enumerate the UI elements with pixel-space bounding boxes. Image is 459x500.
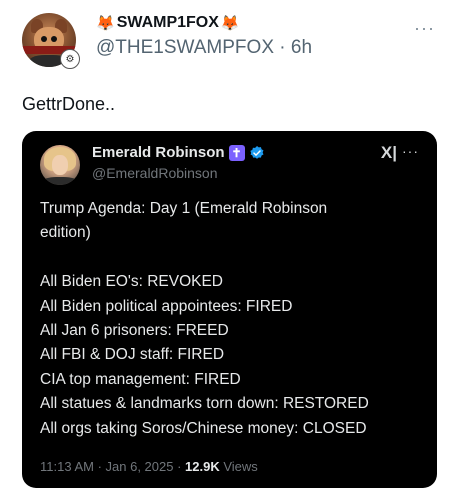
author-name-row[interactable]: 🦊 SWAMP1FOX 🦊 xyxy=(96,14,240,32)
quoted-more-icon[interactable]: ··· xyxy=(402,143,419,159)
author-handle[interactable]: @THE1SWAMPFOX xyxy=(96,37,274,58)
quoted-author-handle[interactable]: @EmeraldRobinson xyxy=(92,165,218,181)
agenda-line: All FBI & DOJ staff: FIRED xyxy=(40,346,225,364)
verified-icon xyxy=(249,145,263,159)
fox-emoji-icon: 🦊 xyxy=(220,14,240,32)
more-icon[interactable]: ··· xyxy=(414,18,435,39)
agenda-line: All Jan 6 prisoners: FREED xyxy=(40,322,229,340)
views-count: 12.9K xyxy=(185,459,220,474)
author-handle-row: @THE1SWAMPFOX · 6h xyxy=(96,37,312,59)
quoted-author-name-row: Emerald Robinson ✝ xyxy=(92,144,265,161)
author-display-name[interactable]: SWAMP1FOX xyxy=(117,14,219,32)
affiliate-badge-icon: ⚙ xyxy=(60,49,80,69)
post-text: GettrDone.. xyxy=(22,94,116,114)
quoted-timestamp[interactable]: 11:13 AM · Jan 6, 2025 · xyxy=(40,459,181,474)
quoted-meta: 11:13 AM · Jan 6, 2025 · 12.9K Views xyxy=(40,459,258,474)
x-logo-icon: X| xyxy=(380,143,397,162)
quoted-tweet-card[interactable]: Emerald Robinson ✝ @EmeraldRobinson X| ·… xyxy=(22,131,437,488)
agenda-line: All orgs taking Soros/Chinese money: CLO… xyxy=(40,419,367,437)
quoted-author-avatar[interactable] xyxy=(40,145,80,185)
agenda-line: All statues & landmarks torn down: RESTO… xyxy=(40,395,369,413)
separator-dot: · xyxy=(279,37,286,58)
agenda-line: All Biden EO's: REVOKED xyxy=(40,273,223,291)
quoted-title-line: Trump Agenda: Day 1 (Emerald Robinson xyxy=(40,200,328,217)
quoted-title-line: edition) xyxy=(40,224,91,242)
agenda-line: All Biden political appointees: FIRED xyxy=(40,297,293,315)
cross-icon: ✝ xyxy=(228,144,245,161)
post-time[interactable]: 6h xyxy=(291,37,312,58)
views-label: Views xyxy=(223,459,258,474)
author-avatar[interactable]: ⚙ xyxy=(22,13,80,69)
fox-emoji-icon: 🦊 xyxy=(96,14,115,32)
quoted-author-name[interactable]: Emerald Robinson xyxy=(92,144,225,161)
quoted-tweet-body: Trump Agenda: Day 1 (Emerald Robinson ed… xyxy=(40,197,430,441)
agenda-line: CIA top management: FIRED xyxy=(40,370,241,388)
